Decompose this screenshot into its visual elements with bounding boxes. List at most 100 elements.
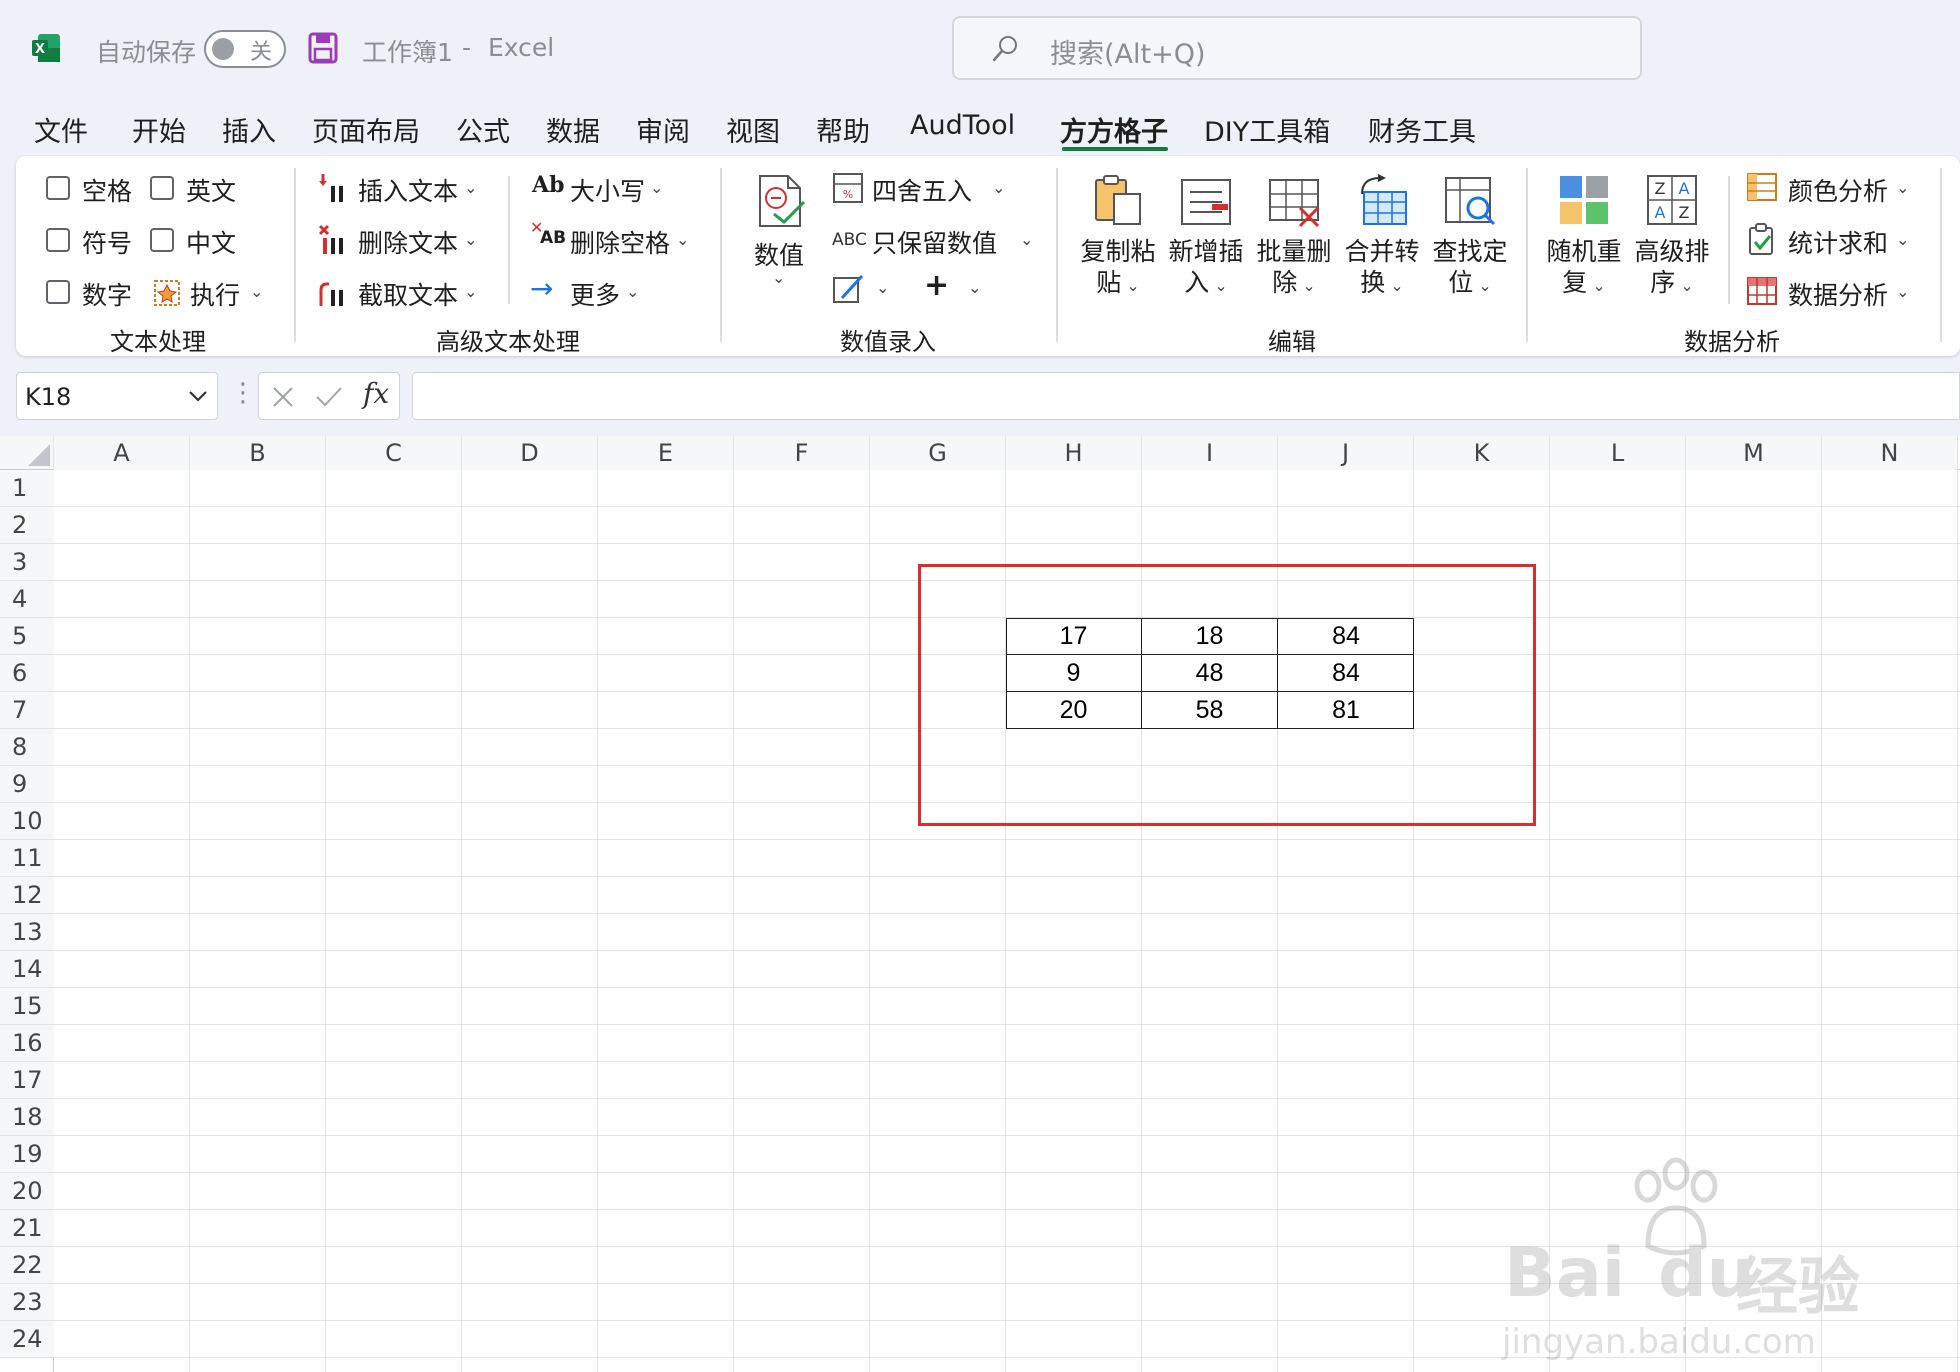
- merge-convert-button[interactable]: 合并转 换 ⌄: [1340, 170, 1424, 310]
- row-header-2[interactable]: 3: [0, 544, 54, 581]
- insert-text-button[interactable]: 插入文本 ⌄: [318, 168, 488, 208]
- color-analysis-button[interactable]: 颜色分析 ⌄: [1746, 168, 1916, 208]
- column-header-5[interactable]: F: [734, 436, 870, 470]
- row-header-14[interactable]: 15: [0, 988, 54, 1025]
- row-header-4[interactable]: 5: [0, 618, 54, 655]
- more-options-icon[interactable]: ⋮: [230, 378, 256, 408]
- round-button[interactable]: % 四舍五入 ⌄: [832, 168, 1012, 208]
- column-header-11[interactable]: L: [1550, 436, 1686, 470]
- row-header-23[interactable]: 24: [0, 1321, 54, 1358]
- row-header-0[interactable]: 1: [0, 470, 54, 507]
- table-cell[interactable]: 84: [1278, 618, 1414, 655]
- row-header-22[interactable]: 23: [0, 1284, 54, 1321]
- tab-view[interactable]: 视图: [726, 110, 780, 149]
- table-cell[interactable]: 84: [1278, 655, 1414, 692]
- table-cell[interactable]: 9: [1006, 655, 1142, 692]
- row-header-3[interactable]: 4: [0, 581, 54, 618]
- stat-sum-button[interactable]: 统计求和 ⌄: [1746, 220, 1916, 260]
- column-header-7[interactable]: H: [1006, 436, 1142, 470]
- checkbox-number[interactable]: [46, 280, 70, 304]
- column-header-4[interactable]: E: [598, 436, 734, 470]
- table-cell[interactable]: 18: [1142, 618, 1278, 655]
- insert-new-button[interactable]: 新增插 入 ⌄: [1164, 170, 1248, 310]
- save-icon[interactable]: [308, 32, 338, 64]
- checkbox-space[interactable]: [46, 176, 70, 200]
- row-header-9[interactable]: 10: [0, 803, 54, 840]
- tab-page-layout[interactable]: 页面布局: [312, 110, 420, 149]
- edit-cell-button[interactable]: ⌄: [832, 270, 894, 310]
- checkbox-chinese[interactable]: [150, 228, 174, 252]
- checkbox-english[interactable]: [150, 176, 174, 200]
- table-cell[interactable]: 48: [1142, 655, 1278, 692]
- extract-text-button[interactable]: 截取文本 ⌄: [318, 272, 488, 312]
- row-header-12[interactable]: 13: [0, 914, 54, 951]
- confirm-check-icon[interactable]: [315, 385, 343, 409]
- row-header-7[interactable]: 8: [0, 729, 54, 766]
- insert-function-icon[interactable]: fx: [363, 377, 389, 410]
- table-cell[interactable]: 20: [1006, 692, 1142, 729]
- delete-space-button[interactable]: ✕ AB 删除空格 ⌄: [530, 218, 700, 260]
- row-header-19[interactable]: 20: [0, 1173, 54, 1210]
- tab-finance-tools[interactable]: 财务工具: [1368, 110, 1476, 149]
- name-box[interactable]: K18: [16, 372, 218, 420]
- column-header-10[interactable]: K: [1414, 436, 1550, 470]
- tab-data[interactable]: 数据: [546, 110, 600, 149]
- tab-formulas[interactable]: 公式: [456, 110, 510, 149]
- row-header-17[interactable]: 18: [0, 1099, 54, 1136]
- row-header-15[interactable]: 16: [0, 1025, 54, 1062]
- tab-insert[interactable]: 插入: [222, 110, 276, 149]
- row-header-16[interactable]: 17: [0, 1062, 54, 1099]
- copy-paste-button[interactable]: 复制粘 贴 ⌄: [1076, 170, 1160, 310]
- checkbox-symbol[interactable]: [46, 228, 70, 252]
- batch-delete-button[interactable]: 批量删 除 ⌄: [1252, 170, 1336, 310]
- tab-help[interactable]: 帮助: [816, 110, 870, 149]
- tab-review[interactable]: 审阅: [636, 110, 690, 149]
- worksheet-grid[interactable]: ABCDEFGHIJKLMN 1 2 3 4 5 6 7 8 9 10 11 12 13 14 15 16 17…: [0, 436, 1960, 1372]
- row-header-5[interactable]: 6: [0, 655, 54, 692]
- column-header-2[interactable]: C: [326, 436, 462, 470]
- execute-button[interactable]: 执行 ⌄: [150, 274, 278, 310]
- column-header-8[interactable]: I: [1142, 436, 1278, 470]
- formula-input[interactable]: [412, 372, 1960, 420]
- tab-fangfanggezi[interactable]: 方方格子: [1060, 110, 1168, 149]
- autosave-toggle[interactable]: 关: [204, 30, 286, 68]
- row-header-8[interactable]: 9: [0, 766, 54, 803]
- column-header-12[interactable]: M: [1686, 436, 1822, 470]
- table-cell[interactable]: 17: [1006, 618, 1142, 655]
- advanced-sort-button[interactable]: Z A A Z 高级排 序 ⌄: [1630, 170, 1714, 310]
- chevron-down-icon: ⌄: [1675, 276, 1694, 295]
- row-header-18[interactable]: 19: [0, 1136, 54, 1173]
- column-header-6[interactable]: G: [870, 436, 1006, 470]
- tab-audtool[interactable]: AudTool: [910, 110, 1015, 141]
- tab-home[interactable]: 开始: [132, 110, 186, 149]
- random-repeat-button[interactable]: 随机重 复 ⌄: [1542, 170, 1626, 310]
- row-header-6[interactable]: 7: [0, 692, 54, 729]
- row-header-20[interactable]: 21: [0, 1210, 54, 1247]
- more-button[interactable]: → 更多 ⌄: [530, 272, 650, 312]
- column-header-13[interactable]: N: [1822, 436, 1958, 470]
- tab-diy-toolbox[interactable]: DIY工具箱: [1204, 110, 1330, 149]
- row-header-1[interactable]: 2: [0, 507, 54, 544]
- table-cell[interactable]: 81: [1278, 692, 1414, 729]
- data-analysis-button[interactable]: 数据分析 ⌄: [1746, 272, 1916, 312]
- add-button[interactable]: + ⌄: [920, 268, 982, 310]
- row-header-21[interactable]: 22: [0, 1247, 54, 1284]
- value-button[interactable]: 数值 ⌄: [748, 168, 812, 298]
- row-header-10[interactable]: 11: [0, 840, 54, 877]
- tab-file[interactable]: 文件: [34, 110, 88, 149]
- delete-text-button[interactable]: 删除文本 ⌄: [318, 220, 488, 260]
- cancel-icon[interactable]: [271, 385, 295, 409]
- case-button[interactable]: Ab 大小写 ⌄: [530, 168, 670, 208]
- chevron-down-icon[interactable]: [187, 385, 209, 407]
- column-header-9[interactable]: J: [1278, 436, 1414, 470]
- find-locate-button[interactable]: 查找定 位 ⌄: [1428, 170, 1512, 310]
- row-header-11[interactable]: 12: [0, 877, 54, 914]
- column-header-3[interactable]: D: [462, 436, 598, 470]
- column-header-0[interactable]: A: [54, 436, 190, 470]
- keep-values-button[interactable]: ABC 只保留数值 ⌄: [832, 220, 1042, 260]
- table-cell[interactable]: 58: [1142, 692, 1278, 729]
- select-all-corner[interactable]: [0, 436, 54, 470]
- column-header-1[interactable]: B: [190, 436, 326, 470]
- row-header-13[interactable]: 14: [0, 951, 54, 988]
- search-box[interactable]: 搜索(Alt+Q): [952, 16, 1642, 80]
